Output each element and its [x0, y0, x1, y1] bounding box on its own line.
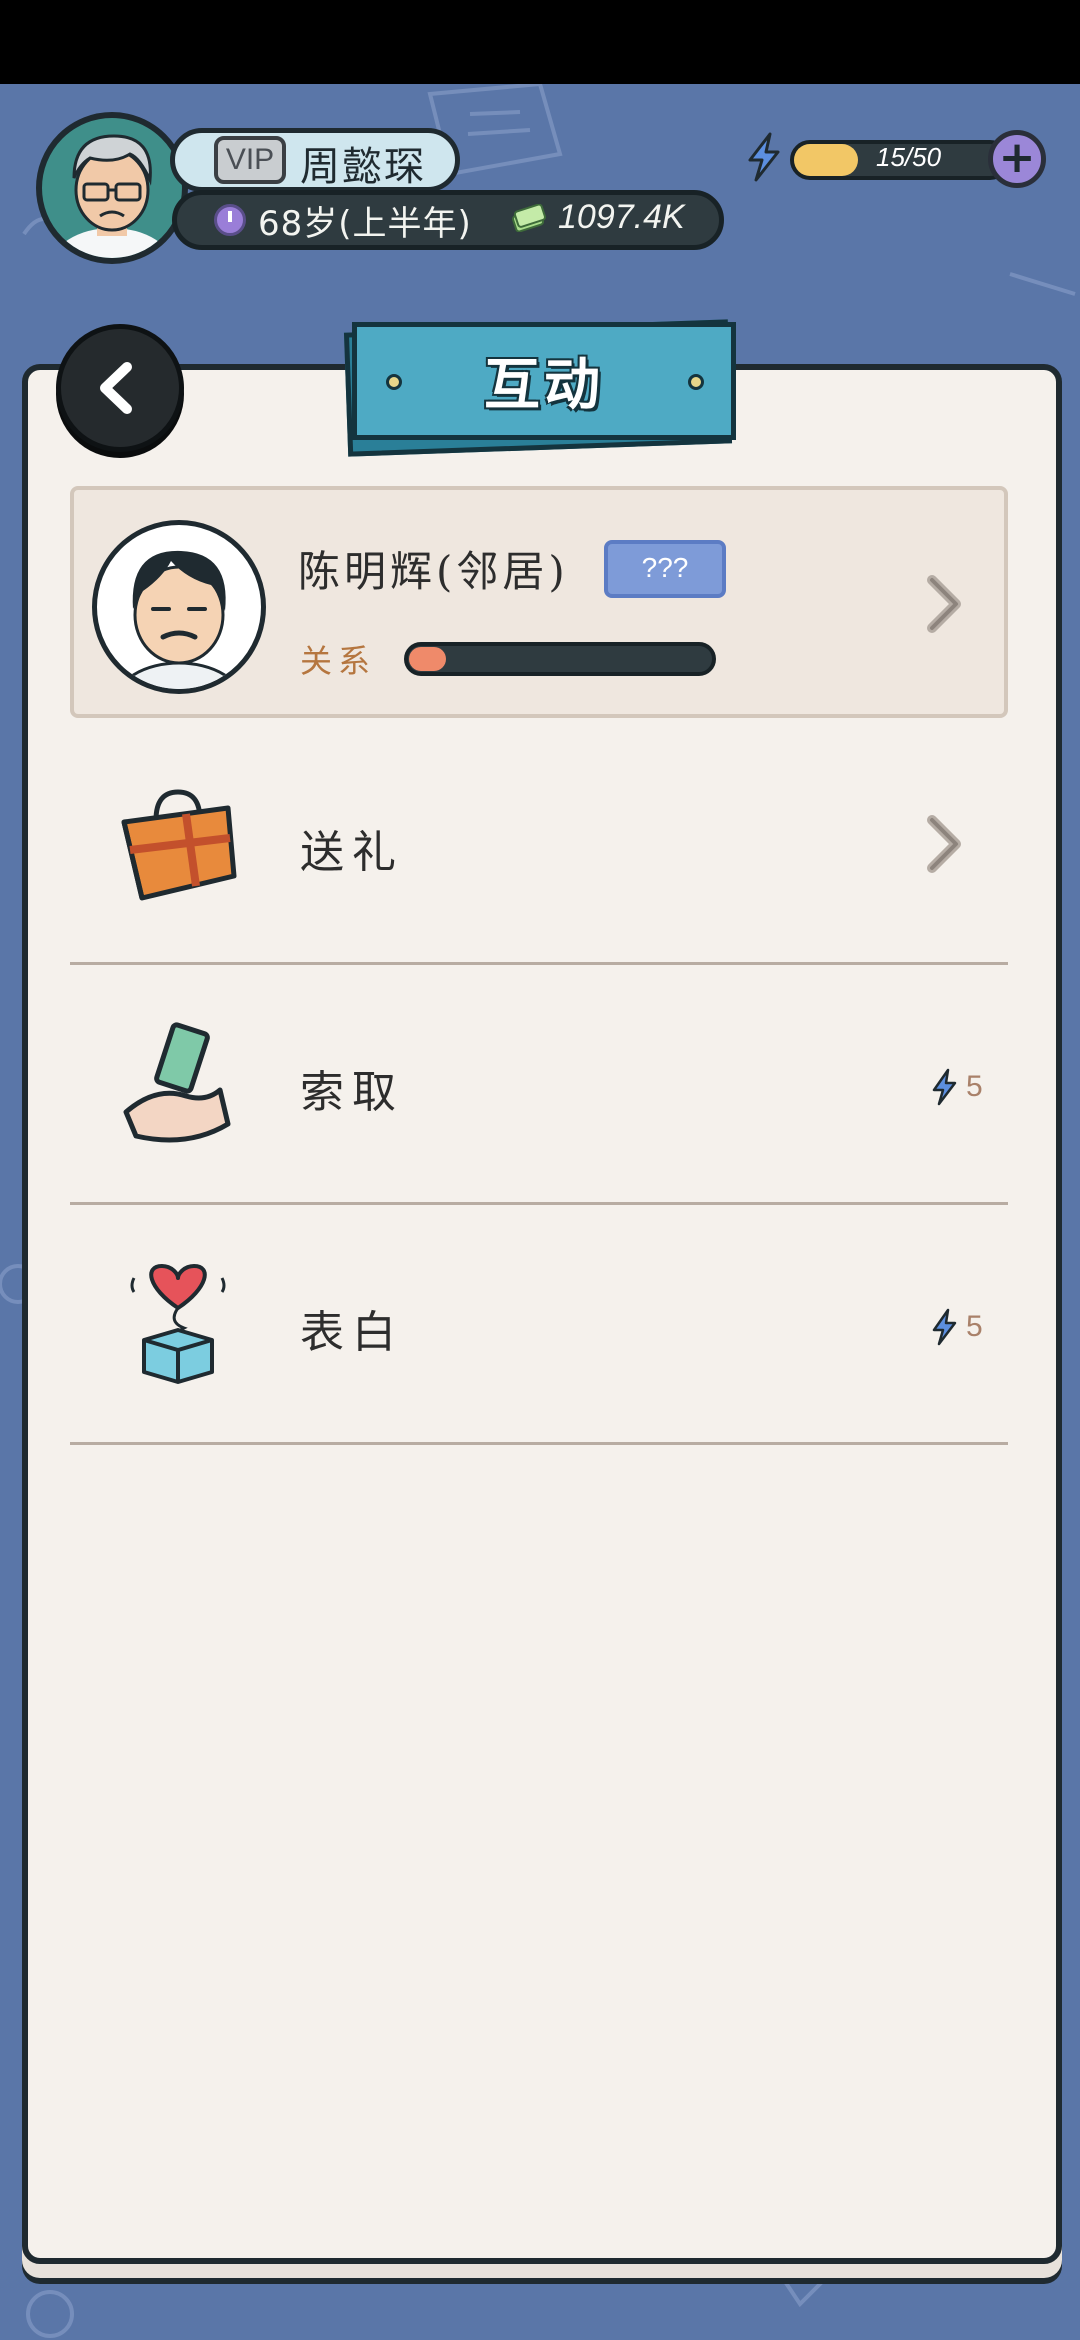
- relation-bar-fill: [409, 647, 447, 671]
- confess-energy-cost: 5: [966, 1310, 983, 1343]
- npc-portrait-icon: [117, 550, 241, 689]
- relation-label: 关系: [300, 642, 377, 680]
- status-bar: [0, 0, 1080, 84]
- chevron-right-icon[interactable]: [922, 572, 966, 636]
- gift-action-label: 送礼: [300, 827, 404, 878]
- chevron-right-icon[interactable]: [922, 812, 966, 876]
- request-energy-cost: 5: [966, 1070, 983, 1103]
- row-divider: [70, 1202, 1008, 1205]
- energy-cost-icon: [932, 1308, 957, 1346]
- add-energy-button[interactable]: +: [988, 130, 1046, 188]
- row-divider: [70, 962, 1008, 965]
- back-button[interactable]: [56, 324, 184, 452]
- confess-action-label: 表白: [300, 1307, 404, 1358]
- npc-avatar: [92, 520, 266, 694]
- npc-tag-badge: ???: [604, 540, 726, 598]
- row-divider: [70, 1442, 1008, 1445]
- player-name: 周懿琛: [300, 144, 426, 190]
- hand-money-icon: [123, 1022, 231, 1143]
- panel-title: 互动: [484, 353, 604, 418]
- chevron-left-icon: [100, 362, 132, 414]
- money-amount: 1097.4K: [558, 198, 685, 236]
- player-age: 68岁(上半年): [258, 204, 472, 244]
- vip-badge[interactable]: VIP: [214, 136, 286, 184]
- player-portrait-icon: [51, 134, 173, 258]
- lightning-icon: [748, 132, 780, 182]
- clock-icon: [214, 204, 246, 236]
- energy-bar-fill: [794, 144, 858, 176]
- player-avatar[interactable]: [36, 112, 188, 264]
- energy-count: 15/50: [876, 142, 942, 172]
- gift-bag-icon: [121, 789, 237, 901]
- cash-icon: [512, 204, 546, 232]
- npc-name: 陈明辉(邻居): [298, 547, 569, 596]
- energy-cost-icon: [932, 1068, 957, 1106]
- heart-box-icon: [130, 1264, 226, 1384]
- request-action-label: 索取: [300, 1067, 404, 1118]
- relation-bar-track-inner: [409, 647, 721, 671]
